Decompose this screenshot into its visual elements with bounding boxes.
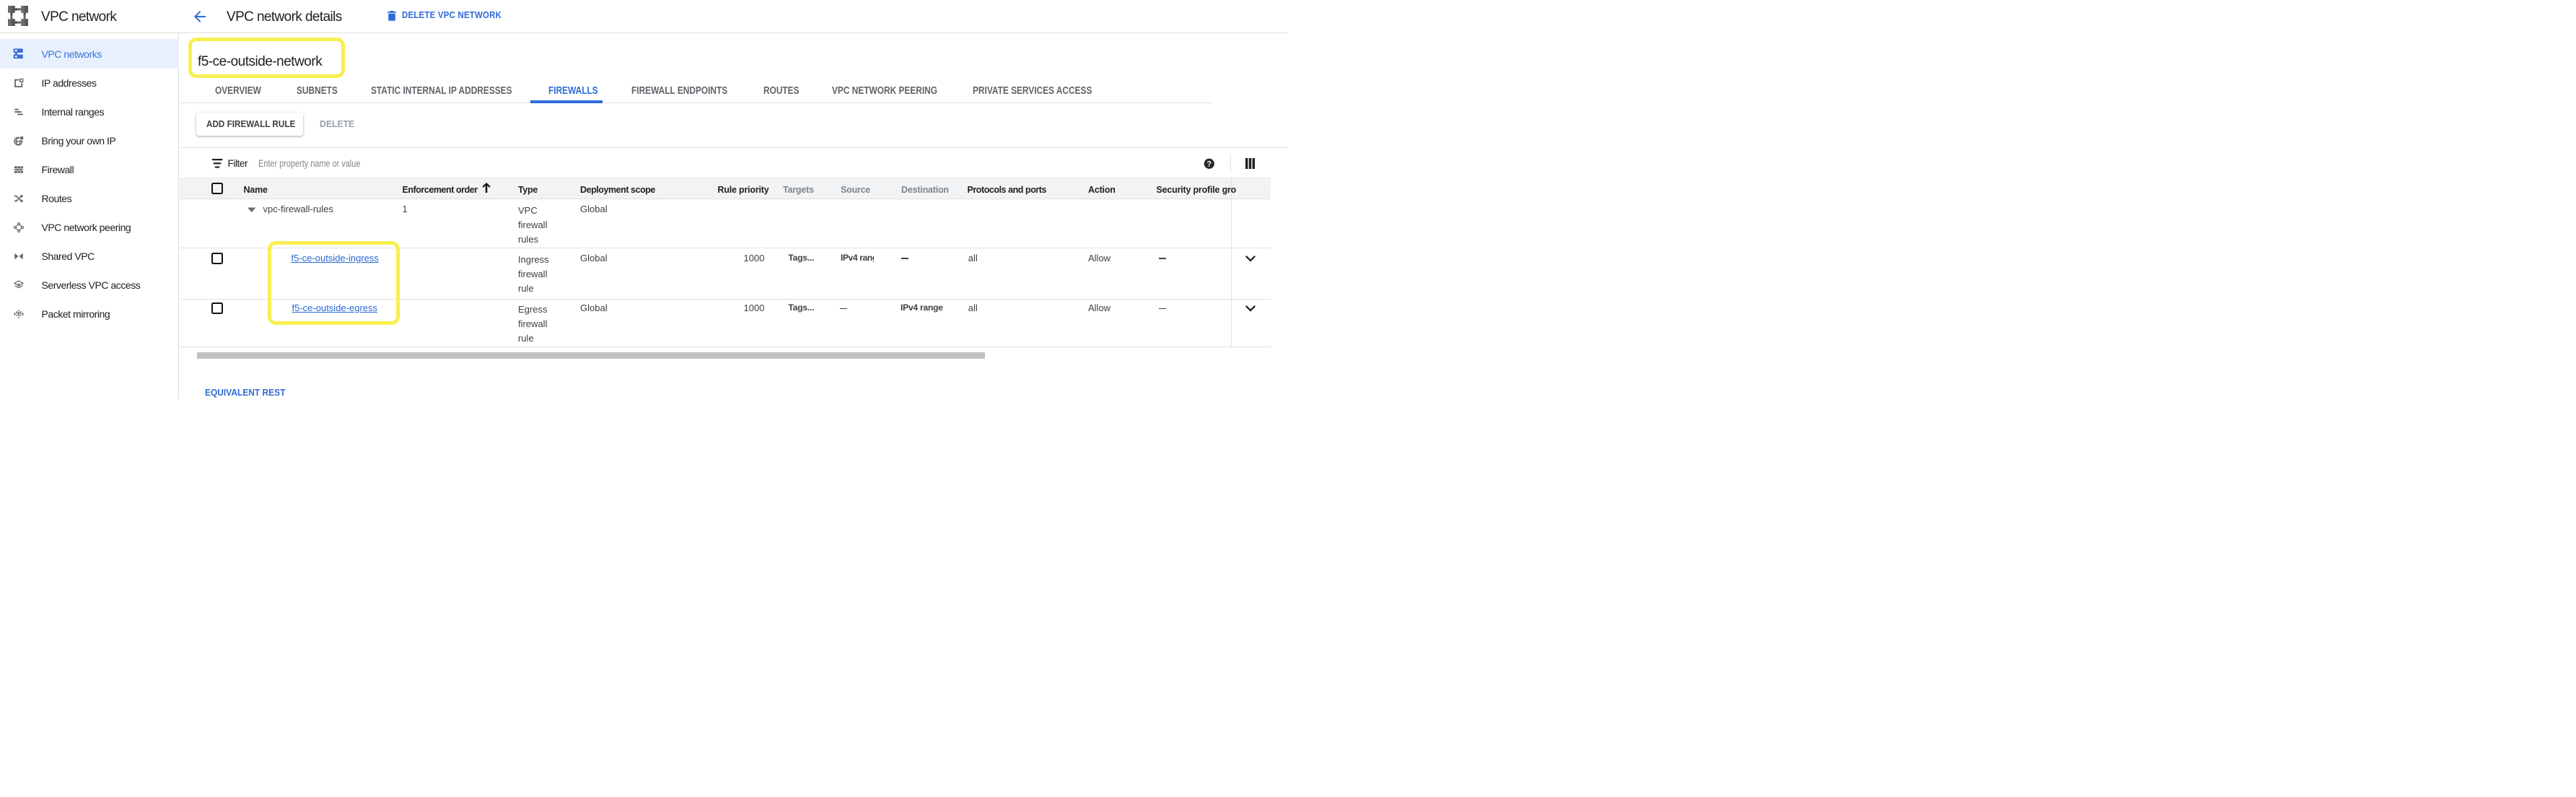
svg-text:?: ?: [1206, 160, 1212, 168]
